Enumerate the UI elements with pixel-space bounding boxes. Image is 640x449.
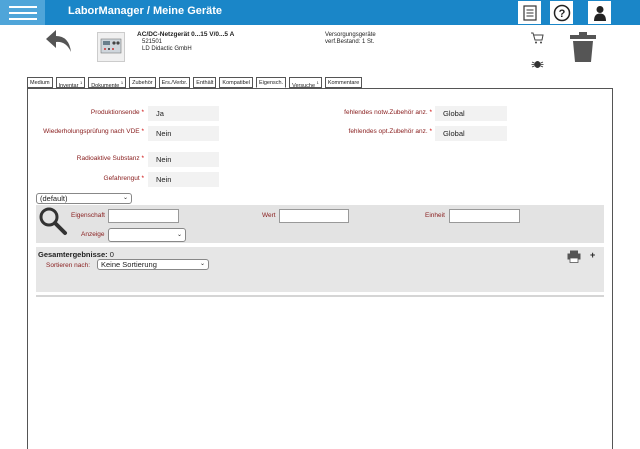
menu-line: [8, 11, 37, 14]
field-label-opt-zubehoer: fehlendes opt.Zubehör anz. *: [348, 128, 432, 135]
device-thumbnail[interactable]: [97, 32, 125, 62]
chevron-down-icon: ⌄: [122, 195, 128, 201]
hamburger-menu-button[interactable]: [0, 0, 45, 25]
filter-label-wert: Wert: [262, 212, 276, 219]
tab-zubehoer[interactable]: Zubehör: [129, 77, 156, 88]
field-label-produktionsende: Produktionsende *: [90, 109, 144, 116]
divider: [36, 295, 604, 297]
tab-dokumente[interactable]: Dokumente 1: [88, 77, 127, 89]
cart-icon[interactable]: [530, 32, 544, 44]
tab-badge: 1: [316, 80, 319, 85]
required-marker: *: [141, 155, 144, 162]
bug-icon[interactable]: [531, 60, 544, 69]
field-value-wiederholungspruefung: Nein: [148, 126, 219, 141]
field-value-produktionsende: Ja: [148, 106, 219, 121]
device-category: Versorgungsgeräte: [325, 32, 376, 38]
device-name: AC/DC-Netzgerät 0...15 V/0...5 A: [137, 31, 235, 38]
chevron-down-icon: ⌄: [199, 261, 205, 267]
required-marker: *: [429, 128, 432, 135]
field-label-wiederholungspruefung: Wiederholungsprüfung nach VDE *: [43, 128, 144, 135]
page-title: LaborManager / Meine Geräte: [68, 5, 223, 17]
document-icon: [522, 4, 537, 21]
power-supply-image: [100, 38, 122, 54]
tab-eigenschaften[interactable]: Eigensch.: [255, 77, 287, 88]
field-value-opt-zubehoer: Global: [435, 126, 507, 141]
tab-bar: Medium Inventar 1 Dokumente 1 Zubehör Er…: [27, 77, 363, 89]
tab-medium[interactable]: Medium: [27, 77, 53, 88]
unit-input[interactable]: [449, 209, 520, 223]
filter-label-eigenschaft: Eigenschaft: [71, 212, 105, 219]
svg-text:?: ?: [558, 8, 565, 20]
user-button[interactable]: [588, 1, 611, 24]
result-count: 0: [109, 250, 114, 259]
chevron-down-icon: ⌄: [176, 232, 182, 238]
required-marker: *: [429, 109, 432, 116]
tab-versuche[interactable]: Versuche 1: [289, 77, 322, 89]
required-marker: *: [141, 175, 144, 182]
property-input[interactable]: [108, 209, 179, 223]
result-summary: Gesamtergebnisse: 0: [38, 250, 114, 259]
field-value-gefahrengut: Nein: [148, 172, 219, 187]
display-select[interactable]: ⌄: [108, 228, 186, 242]
tab-kompatibel[interactable]: Kompatibel: [219, 77, 253, 88]
print-icon[interactable]: [567, 250, 581, 263]
search-icon[interactable]: [38, 206, 68, 236]
help-icon: ?: [553, 4, 570, 21]
menu-line: [8, 17, 37, 20]
field-value-radioaktive-substanz: Nein: [148, 152, 219, 167]
tab-enthaelt[interactable]: Enthält: [193, 77, 217, 88]
tab-badge: 1: [79, 80, 83, 85]
field-label-gefahrengut: Gefahrengut *: [103, 175, 144, 182]
device-stock: verf.Bestand: 1 St.: [325, 39, 375, 45]
trash-icon[interactable]: [568, 31, 598, 63]
sort-select[interactable]: Keine Sortierung ⌄: [97, 259, 209, 270]
menu-line: [8, 5, 37, 8]
tab-inventar[interactable]: Inventar 1: [55, 77, 86, 89]
tab-ers-verbr[interactable]: Ers./Verbr.: [158, 77, 191, 88]
preset-select[interactable]: (default) ⌄: [36, 193, 132, 204]
user-icon: [593, 5, 606, 21]
sort-label: Sortieren nach:: [46, 262, 91, 269]
device-manufacturer: LD Didactic GmbH: [142, 46, 192, 52]
required-marker: *: [141, 109, 144, 116]
device-number: 521501: [142, 39, 163, 45]
add-button[interactable]: +: [590, 250, 595, 260]
field-value-notw-zubehoer: Global: [435, 106, 507, 121]
filter-label-einheit: Einheit: [425, 212, 445, 219]
filter-label-anzeige: Anzeige: [81, 231, 105, 238]
value-input[interactable]: [279, 209, 349, 223]
required-marker: *: [141, 128, 144, 135]
back-arrow-icon[interactable]: [44, 28, 74, 54]
tab-badge: 1: [120, 80, 124, 85]
tab-kommentare[interactable]: Kommentare: [324, 77, 363, 88]
top-bar: LaborManager / Meine Geräte ?: [0, 0, 640, 25]
field-label-notw-zubehoer: fehlendes notw.Zubehör anz. *: [344, 109, 432, 116]
help-button[interactable]: ?: [550, 1, 573, 24]
field-label-radioaktive-substanz: Radioaktive Substanz *: [76, 155, 144, 162]
notes-button[interactable]: [518, 1, 541, 24]
